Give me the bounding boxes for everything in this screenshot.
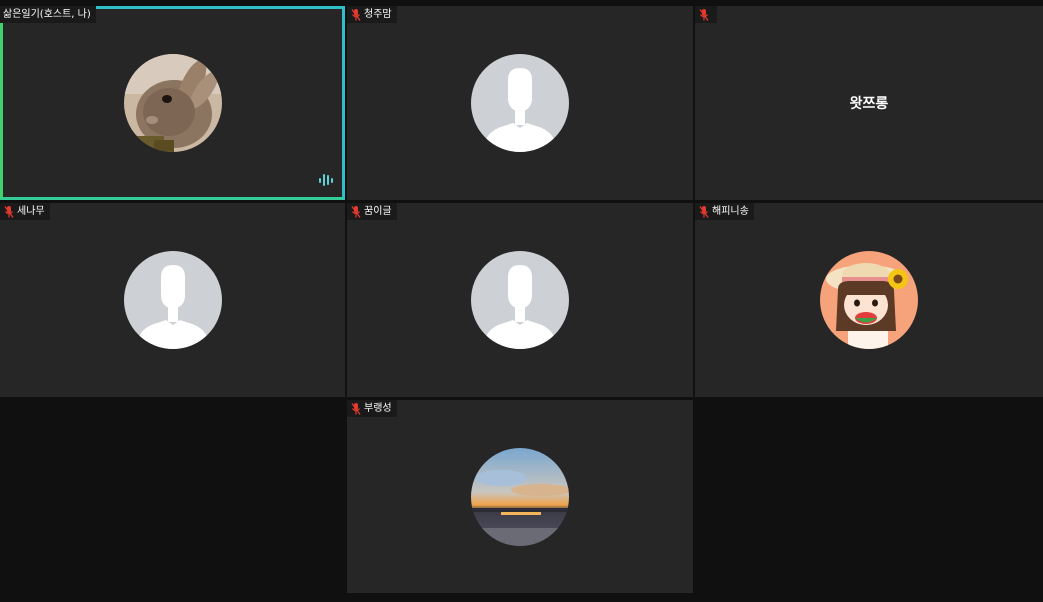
participant-name: 청주맘 <box>364 9 392 20</box>
avatar-default-silhouette <box>471 54 569 152</box>
mic-muted-icon <box>351 205 361 218</box>
avatar-default-silhouette <box>123 251 222 349</box>
participant-name: 해피니송 <box>712 206 749 217</box>
mic-muted-icon <box>351 402 361 415</box>
video-tile[interactable]: 왓쯔롱 <box>695 6 1043 200</box>
video-tile[interactable]: 세나무 <box>0 203 345 397</box>
participant-name: 꿈이글 <box>364 206 392 217</box>
participant-name-tag: 청주맘 <box>347 6 397 23</box>
mic-muted-icon <box>699 205 709 218</box>
participant-name-tag: 세나무 <box>0 203 50 220</box>
avatar-cartoon-girl <box>820 251 918 349</box>
avatar-sunset-photo <box>471 447 569 546</box>
avatar-default-silhouette <box>471 251 569 349</box>
participant-name-tag: 삶은일기(호스트, 나) <box>0 6 96 23</box>
avatar-rabbit-photo <box>123 54 222 152</box>
video-tile[interactable]: 꿈이글 <box>347 203 693 397</box>
mic-muted-icon <box>4 205 14 218</box>
participant-name-tag <box>695 6 717 23</box>
participant-name: 부랭성 <box>364 403 392 414</box>
participant-name-tag: 꿈이글 <box>347 203 397 220</box>
video-tile[interactable]: 해피니송 <box>695 203 1043 397</box>
video-tile-host[interactable]: 삶은일기(호스트, 나) <box>0 6 345 200</box>
participant-name: 삶은일기(호스트, 나) <box>3 9 91 20</box>
audio-level-icon <box>318 172 334 191</box>
video-tile[interactable]: 청주맘 <box>347 6 693 200</box>
mic-muted-icon <box>699 8 709 21</box>
participant-name-tag: 부랭성 <box>347 400 397 417</box>
mic-muted-icon <box>351 8 361 21</box>
participant-name: 세나무 <box>17 206 45 217</box>
participant-name-tag: 해피니송 <box>695 203 754 220</box>
video-tile[interactable]: 부랭성 <box>347 400 693 593</box>
participant-display-name: 왓쯔롱 <box>849 96 889 112</box>
